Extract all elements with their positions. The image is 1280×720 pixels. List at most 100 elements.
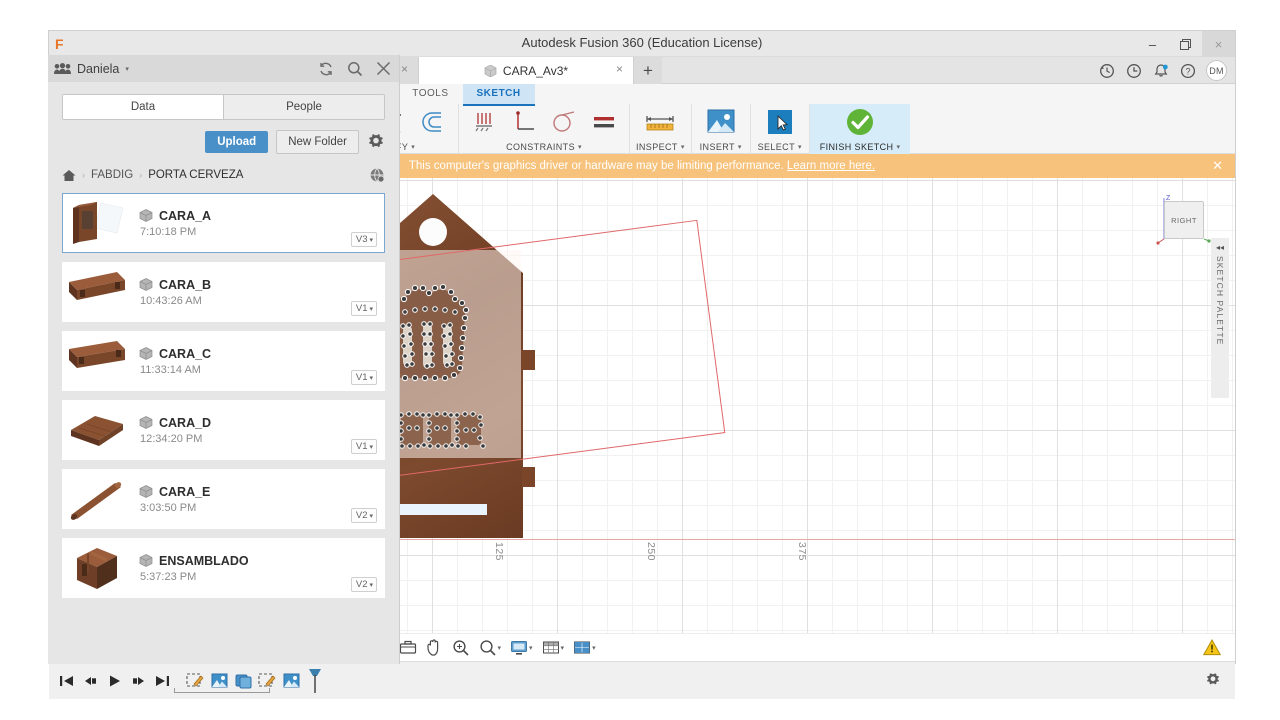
warning-triangle-icon[interactable]: [1203, 639, 1221, 656]
maximize-button[interactable]: [1169, 31, 1202, 57]
recent-icon[interactable]: [1125, 62, 1143, 80]
chevron-down-icon[interactable]: ▾: [125, 65, 129, 73]
version-badge[interactable]: V3 ▾: [351, 232, 377, 247]
tangent-icon[interactable]: [545, 104, 583, 140]
version-label: V1: [356, 441, 368, 452]
perpendicular-icon[interactable]: [505, 104, 543, 140]
ribbon-group-finish-sketch[interactable]: FINISH SKETCH ▾: [809, 104, 911, 154]
axis-label-x-125: 125: [493, 542, 505, 561]
list-item[interactable]: CARA_A 7:10:18 PM V3 ▾: [62, 193, 385, 253]
ribbon-group-label[interactable]: INSERT ▾: [700, 140, 742, 154]
ribbon-group-label[interactable]: FINISH SKETCH ▾: [820, 140, 901, 154]
home-icon[interactable]: [62, 169, 76, 182]
close-button[interactable]: ×: [1202, 31, 1235, 57]
chevron-down-icon[interactable]: ▾: [798, 143, 802, 151]
gear-icon[interactable]: [367, 133, 385, 151]
new-tab-button[interactable]: +: [634, 57, 662, 84]
close-icon[interactable]: ×: [401, 62, 408, 76]
version-badge[interactable]: V1 ▾: [351, 439, 377, 454]
history-icon[interactable]: [1098, 62, 1116, 80]
version-label: V2: [356, 510, 368, 521]
zoom-icon[interactable]: ▾: [475, 637, 506, 659]
version-badge[interactable]: V2 ▾: [351, 577, 377, 592]
timeline-settings-gear-icon[interactable]: [1205, 672, 1221, 688]
search-icon[interactable]: [347, 61, 363, 77]
ribbon-group-label[interactable]: CONSTRAINTS ▾: [506, 140, 582, 154]
chevron-down-icon[interactable]: ▾: [369, 512, 373, 520]
chevron-down-icon[interactable]: ▾: [681, 143, 685, 151]
chevron-down-icon[interactable]: ▾: [561, 644, 565, 652]
chevron-down-icon[interactable]: ▾: [896, 143, 900, 151]
grid-snap-icon[interactable]: ▾: [538, 637, 569, 659]
ribbon-group-label[interactable]: INSPECT ▾: [636, 140, 685, 154]
go-to-beginning-icon[interactable]: [59, 674, 74, 688]
step-forward-icon[interactable]: [131, 674, 146, 688]
zoom-window-icon[interactable]: [448, 637, 474, 659]
globe-icon[interactable]: [369, 167, 385, 183]
tab-sketch[interactable]: SKETCH: [463, 84, 535, 106]
sketch-palette-rail[interactable]: ◂◂ SKETCH PALETTE: [1211, 238, 1229, 398]
fix-constraint-icon[interactable]: [465, 104, 503, 140]
timeline-feature-canvas-2[interactable]: [280, 670, 302, 692]
window-title: Autodesk Fusion 360 (Education License): [49, 35, 1235, 50]
breadcrumb-item-porta-cerveza[interactable]: PORTA CERVEZA: [148, 169, 243, 181]
chevron-down-icon[interactable]: ▾: [738, 143, 742, 151]
go-to-end-icon[interactable]: [155, 674, 170, 688]
list-item[interactable]: CARA_B 10:43:26 AM V1 ▾: [62, 262, 385, 322]
chevron-down-icon[interactable]: ▾: [411, 143, 415, 151]
ribbon-group-label[interactable]: SELECT ▾: [758, 140, 802, 154]
user-switcher[interactable]: Daniela ▾: [54, 62, 129, 76]
chevron-down-icon[interactable]: ▾: [578, 143, 582, 151]
play-icon[interactable]: [107, 674, 122, 688]
close-icon[interactable]: [376, 61, 391, 76]
new-folder-button[interactable]: New Folder: [276, 130, 359, 154]
chevron-down-icon[interactable]: ▾: [369, 443, 373, 451]
upload-button[interactable]: Upload: [205, 131, 268, 153]
banner-learn-more-link[interactable]: Learn more here.: [787, 160, 875, 172]
thumbnail: [67, 473, 129, 525]
version-badge[interactable]: V2 ▾: [351, 508, 377, 523]
finish-sketch-check-icon[interactable]: [837, 104, 883, 140]
doc-tab-cara-a[interactable]: CARA_Av3* ×: [419, 57, 634, 84]
list-item[interactable]: ENSAMBLADO 5:37:23 PM V2 ▾: [62, 538, 385, 598]
timeline-marker-icon[interactable]: [304, 670, 326, 692]
chevron-down-icon[interactable]: ▾: [369, 236, 373, 244]
version-badge[interactable]: V1 ▾: [351, 301, 377, 316]
offset-icon[interactable]: [414, 104, 452, 140]
chevron-down-icon[interactable]: ▾: [369, 374, 373, 382]
view-cube-face-right[interactable]: RIGHT: [1164, 201, 1204, 239]
notifications-icon[interactable]: [1152, 62, 1170, 80]
tab-tools[interactable]: TOOLS: [398, 84, 462, 106]
view-cube[interactable]: Z RIGHT: [1155, 192, 1211, 246]
pan-icon[interactable]: [422, 637, 447, 659]
version-badge[interactable]: V1 ▾: [351, 370, 377, 385]
chevron-down-icon[interactable]: ▾: [369, 581, 373, 589]
chevron-down-icon[interactable]: ▾: [529, 644, 533, 652]
avatar[interactable]: DM: [1206, 60, 1227, 81]
banner-close-icon[interactable]: ✕: [1212, 158, 1223, 174]
select-cursor-icon[interactable]: [757, 104, 803, 140]
close-icon[interactable]: ×: [616, 62, 623, 76]
step-back-icon[interactable]: [83, 674, 98, 688]
list-item[interactable]: CARA_D 12:34:20 PM V1 ▾: [62, 400, 385, 460]
chevron-down-icon[interactable]: ▾: [592, 644, 596, 652]
list-item[interactable]: CARA_E 3:03:50 PM V2 ▾: [62, 469, 385, 529]
chevron-down-icon[interactable]: ▾: [369, 305, 373, 313]
file-time: 10:43:26 AM: [140, 295, 211, 307]
refresh-icon[interactable]: [318, 61, 334, 77]
breadcrumb-item-fabdig[interactable]: FABDIG: [91, 169, 133, 181]
list-item[interactable]: CARA_C 11:33:14 AM V1 ▾: [62, 331, 385, 391]
viewports-icon[interactable]: ▾: [569, 637, 600, 659]
measure-icon[interactable]: [637, 104, 683, 140]
chevron-down-icon[interactable]: ▾: [498, 644, 502, 652]
sketch-palette-collapse-icon[interactable]: ◂◂: [1216, 243, 1224, 252]
file-list: CARA_A 7:10:18 PM V3 ▾: [62, 193, 385, 598]
tab-data[interactable]: Data: [63, 95, 224, 119]
equal-icon[interactable]: [585, 104, 623, 140]
minimize-button[interactable]: –: [1136, 31, 1169, 57]
insert-canvas-icon[interactable]: [698, 104, 744, 140]
list-item-meta: CARA_B 10:43:26 AM: [139, 278, 211, 307]
display-settings-icon[interactable]: ▾: [506, 637, 537, 659]
help-icon[interactable]: ?: [1179, 62, 1197, 80]
tab-people[interactable]: People: [224, 95, 384, 119]
